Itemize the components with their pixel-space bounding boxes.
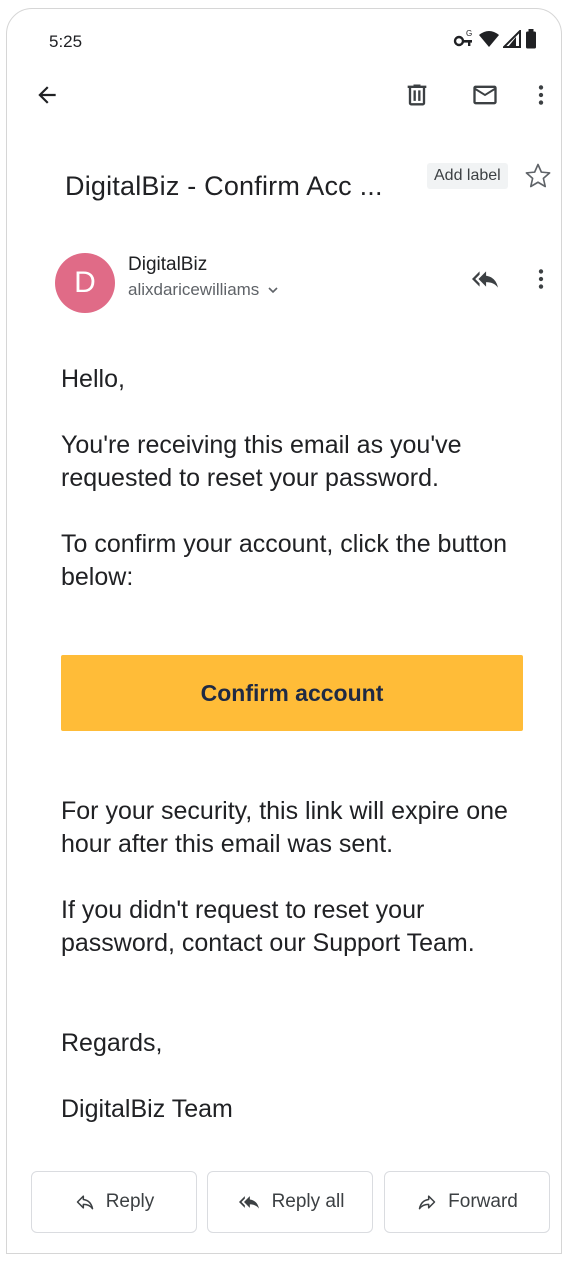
reply-all-label: Reply all bbox=[271, 1191, 345, 1212]
body-paragraph-1: You're receiving this email as you've re… bbox=[61, 431, 462, 492]
forward-button[interactable]: Forward bbox=[384, 1171, 550, 1233]
recipient-address: alixdaricewilliams bbox=[128, 280, 260, 299]
svg-text:G: G bbox=[466, 30, 472, 38]
recipient-details[interactable]: alixdaricewilliams bbox=[128, 280, 279, 300]
status-bar: 5:25 G bbox=[7, 9, 561, 67]
mark-unread-icon bbox=[473, 85, 497, 105]
reply-all-icon bbox=[238, 1196, 259, 1209]
reply-button[interactable]: Reply bbox=[31, 1171, 197, 1233]
back-button[interactable] bbox=[25, 73, 69, 117]
regards-text: Regards, bbox=[61, 1029, 163, 1057]
avatar[interactable]: D bbox=[55, 253, 115, 313]
delete-icon bbox=[407, 84, 427, 106]
mark-unread-button[interactable] bbox=[463, 73, 507, 117]
message-more-button[interactable] bbox=[519, 257, 561, 301]
wifi-icon bbox=[479, 31, 499, 47]
more-vert-icon bbox=[538, 269, 544, 289]
signature-text: DigitalBiz Team bbox=[61, 1095, 233, 1123]
status-icons: G bbox=[453, 29, 537, 49]
vpn-key-icon: G bbox=[453, 30, 472, 47]
sender-name: DigitalBiz bbox=[128, 254, 208, 275]
star-button[interactable] bbox=[523, 161, 553, 191]
signal-icon bbox=[503, 30, 521, 48]
reply-all-button[interactable]: Reply all bbox=[207, 1171, 373, 1233]
add-label-button[interactable]: Add label bbox=[427, 163, 508, 189]
body-paragraph-2: To confirm your account, click the butto… bbox=[61, 530, 508, 591]
sender-row: D DigitalBiz alixdaricewilliams bbox=[7, 245, 561, 315]
reply-all-icon bbox=[472, 271, 498, 288]
star-icon bbox=[525, 163, 551, 188]
app-bar bbox=[7, 73, 561, 129]
reply-all-header-button[interactable] bbox=[463, 257, 507, 301]
confirm-account-button[interactable]: Confirm account bbox=[61, 655, 523, 731]
email-subject: DigitalBiz - Confirm Acc ... bbox=[65, 171, 383, 201]
back-arrow-icon bbox=[38, 86, 56, 104]
more-options-button[interactable] bbox=[519, 73, 561, 117]
more-vert-icon bbox=[538, 85, 544, 105]
greeting-text: Hello, bbox=[61, 365, 125, 393]
reply-label: Reply bbox=[105, 1191, 155, 1212]
body-paragraph-3: For your security, this link will expire… bbox=[61, 797, 508, 858]
delete-button[interactable] bbox=[395, 73, 439, 117]
status-time: 5:25 bbox=[49, 32, 83, 51]
body-paragraph-4: If you didn't request to reset your pass… bbox=[61, 896, 475, 957]
battery-icon bbox=[526, 29, 536, 49]
forward-icon bbox=[418, 1195, 436, 1210]
phone-frame: 5:25 G DigitalBiz - Confirm Acc ... Add … bbox=[6, 8, 562, 1254]
chevron-down-icon bbox=[268, 287, 278, 294]
reply-icon bbox=[76, 1195, 93, 1210]
forward-label: Forward bbox=[448, 1191, 518, 1212]
